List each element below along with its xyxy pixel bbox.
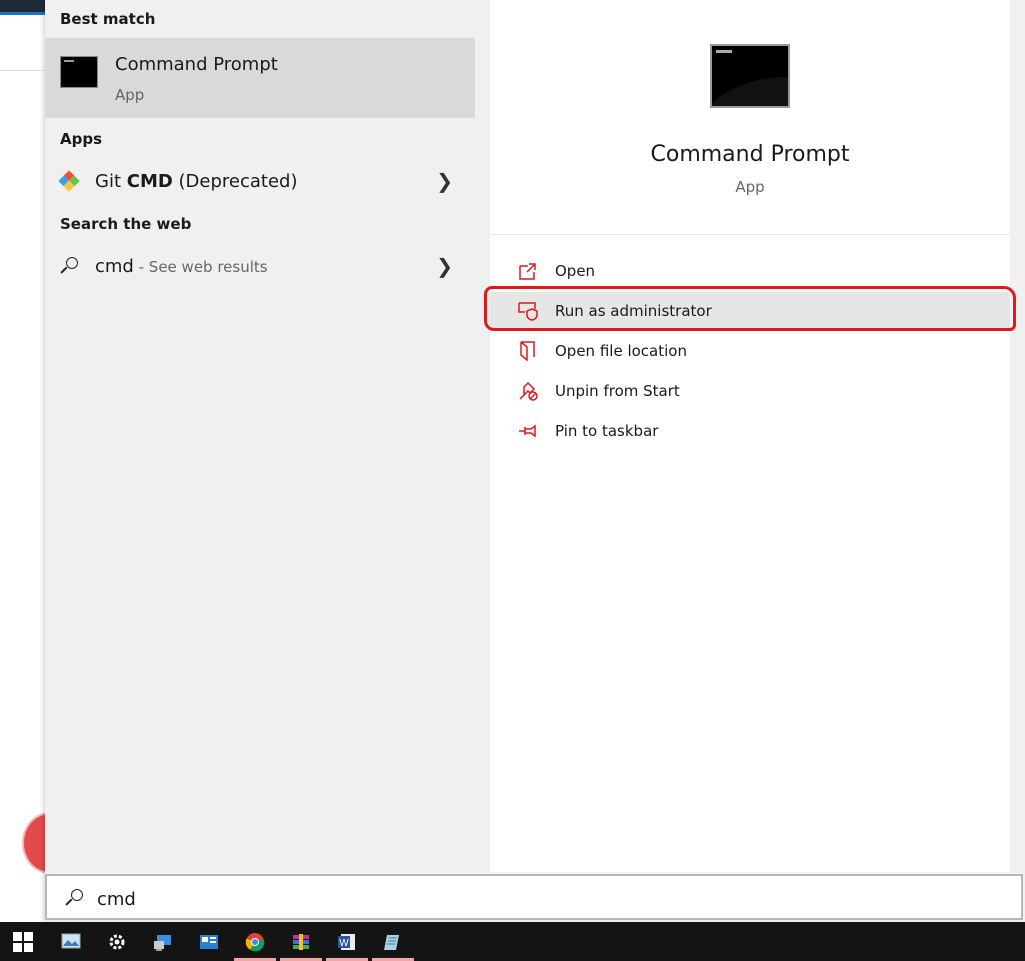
app-preview-title: Command Prompt xyxy=(650,142,850,167)
control-panel-icon[interactable] xyxy=(186,922,232,961)
action-label: Unpin from Start xyxy=(555,382,680,400)
action-open-file-location[interactable]: Open file location xyxy=(490,332,1010,370)
web-result-cmd[interactable]: cmd - See web results ❯ xyxy=(45,248,475,284)
pin-icon xyxy=(519,424,536,438)
best-match-subtitle: App xyxy=(115,86,145,104)
photos-icon[interactable] xyxy=(48,922,94,961)
search-results-panel: Best match Command Prompt App Apps Git C… xyxy=(45,0,475,872)
app-details-panel: Command Prompt App Open Run as administr… xyxy=(490,0,1010,872)
command-prompt-large-icon xyxy=(710,44,790,108)
taskbar: W xyxy=(0,922,1025,961)
chrome-icon[interactable] xyxy=(232,922,278,961)
action-open[interactable]: Open xyxy=(490,252,1010,290)
notepad-icon[interactable] xyxy=(370,922,416,961)
unpin-icon xyxy=(519,381,538,401)
web-result-label: cmd - See web results xyxy=(95,256,268,277)
action-run-as-administrator[interactable]: Run as administrator xyxy=(490,292,1010,330)
background-window xyxy=(0,0,76,922)
search-web-header: Search the web xyxy=(60,215,192,233)
windows-start-icon[interactable] xyxy=(0,922,46,961)
action-label: Run as administrator xyxy=(555,302,712,320)
start-menu: Best match Command Prompt App Apps Git C… xyxy=(45,0,1025,922)
settings-icon[interactable] xyxy=(94,922,140,961)
app-result-label: Git CMD (Deprecated) xyxy=(95,171,298,192)
action-pin-to-taskbar[interactable]: Pin to taskbar xyxy=(490,412,1010,450)
action-label: Pin to taskbar xyxy=(555,422,659,440)
action-unpin-from-start[interactable]: Unpin from Start xyxy=(490,372,1010,410)
app-result-git-cmd[interactable]: Git CMD (Deprecated) ❯ xyxy=(45,163,475,199)
search-icon xyxy=(65,889,83,907)
apps-header: Apps xyxy=(60,130,103,148)
window-title-bar xyxy=(0,0,45,12)
word-icon[interactable]: W xyxy=(324,922,370,961)
best-match-header: Best match xyxy=(60,10,156,28)
window-divider xyxy=(0,70,45,71)
search-input[interactable] xyxy=(95,884,979,914)
shield-icon xyxy=(518,302,538,321)
action-label: Open file location xyxy=(555,342,687,360)
search-icon xyxy=(60,257,78,275)
command-prompt-icon xyxy=(60,56,98,88)
window-accent-line xyxy=(0,12,45,15)
open-icon xyxy=(519,263,536,280)
chevron-right-icon[interactable]: ❯ xyxy=(436,254,453,278)
winrar-icon[interactable] xyxy=(278,922,324,961)
git-icon xyxy=(58,170,80,192)
file-location-icon xyxy=(520,341,535,361)
chevron-right-icon[interactable]: ❯ xyxy=(436,169,453,193)
best-match-title: Command Prompt xyxy=(115,54,278,75)
action-label: Open xyxy=(555,262,596,280)
app-preview: Command Prompt App xyxy=(490,12,1010,235)
svg-text:W: W xyxy=(339,938,349,949)
remote-desktop-icon[interactable] xyxy=(140,922,186,961)
app-preview-subtitle: App xyxy=(735,178,765,196)
best-match-command-prompt[interactable]: Command Prompt App xyxy=(45,38,475,118)
search-bar[interactable] xyxy=(45,874,1023,920)
